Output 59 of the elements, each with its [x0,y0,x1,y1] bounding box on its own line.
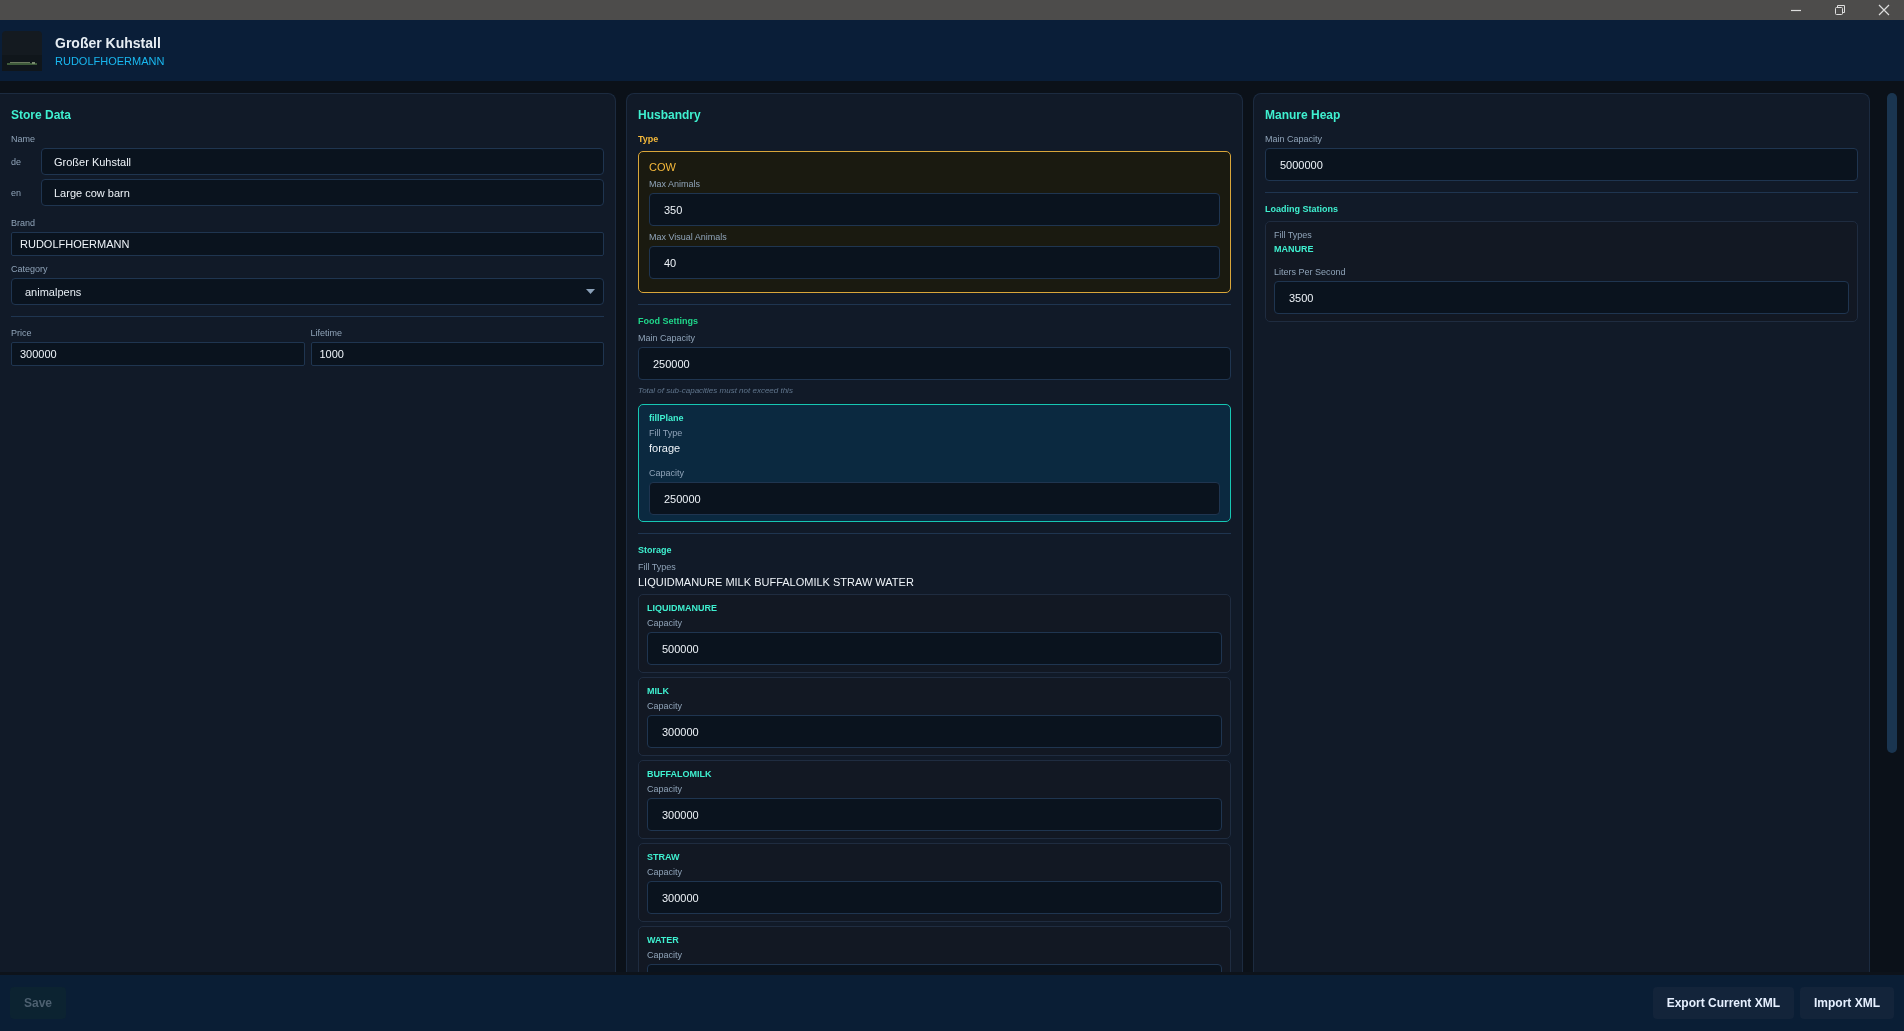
animal-type-name: COW [649,161,677,173]
brand-field[interactable]: RUDOLFHOERMANN [11,232,604,256]
fill-type-name: MANURE [1274,244,1315,254]
panel-title: Store Data [11,108,73,122]
fill-type-value: forage [649,442,682,454]
panel-title: Husbandry [638,108,702,122]
field-label: Capacity [647,618,683,628]
capacity-field[interactable]: 300000 [647,881,1222,914]
import-button[interactable]: Import XML [1800,987,1894,1019]
field-label: Brand [11,218,37,228]
field-label: Capacity [647,867,683,877]
fill-type-name: LIQUIDMANURE [647,603,718,613]
field-label: Max Animals [649,179,702,189]
fill-type-name: WATER [647,935,680,945]
capacity-field[interactable]: 500000 [647,632,1222,665]
capacity-field[interactable]: 300000 [647,798,1222,831]
fill-plane-name: fillPlane [649,413,685,423]
language-label: en [11,187,22,198]
field-label: Lifetime [310,328,343,338]
field-label: Fill Type [649,428,684,438]
section-title: Food Settings [638,316,699,326]
section-title: Loading Stations [1265,204,1339,214]
app-title: Großer Kuhstall [55,34,162,51]
export-button[interactable]: Export Current XML [1652,987,1794,1019]
name-field[interactable]: Großer Kuhstall [41,148,604,175]
category-dropdown[interactable]: animalpens [11,278,604,305]
field-label: Price [11,328,33,338]
field-label: Category [11,264,49,274]
price-field[interactable]: 300000 [11,342,305,366]
name-field[interactable]: Large cow barn [41,179,604,206]
field-label: Max Visual Animals [649,232,728,242]
fill-type-name: STRAW [647,852,681,862]
field-label: Fill Types [1274,230,1313,240]
field-label: Fill Types [638,562,677,572]
panel-title: Manure Heap [1265,108,1342,122]
field-label: Capacity [649,468,685,478]
field-label: Main Capacity [638,333,697,343]
capacity-field[interactable]: 250000 [649,482,1220,515]
capacity-field[interactable]: 300000 [647,715,1222,748]
fill-type-name: MILK [647,686,670,696]
capacity-field[interactable]: 250000 [638,347,1231,380]
section-title: Storage [638,545,673,555]
field-label: Capacity [647,784,683,794]
number-field[interactable]: 350 [649,193,1220,226]
field-label: Liters Per Second [1274,267,1347,277]
language-label: de [11,156,22,167]
rate-field[interactable]: 3500 [1274,281,1849,314]
capacity-field[interactable]: 5000000 [1265,148,1858,181]
fill-types-value: LIQUIDMANURE MILK BUFFALOMILK STRAW WATER [638,576,915,588]
hint-text: Total of sub-capacities must not exceed this [638,386,794,395]
field-label: Capacity [647,701,683,711]
field-label: Name [11,134,36,144]
fill-type-name: BUFFALOMILK [647,769,713,779]
brand-subtitle: RUDOLFHOERMANN [55,54,165,67]
lifetime-field[interactable]: 1000 [310,342,604,366]
field-label: Main Capacity [1265,134,1324,144]
section-label: Type [638,134,660,144]
number-field[interactable]: 40 [649,246,1220,279]
field-label: Capacity [647,950,683,960]
